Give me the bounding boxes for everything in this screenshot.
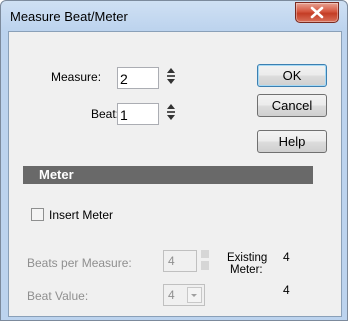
title-bar[interactable]: Measure Beat/Meter bbox=[1, 1, 347, 31]
dialog-window: Measure Beat/Meter Measure: 2 Beat: 1 OK… bbox=[0, 0, 348, 321]
measure-spinner[interactable] bbox=[167, 66, 175, 86]
existing-meter-top: 4 bbox=[283, 250, 290, 264]
beats-per-measure-spinner[interactable] bbox=[201, 250, 209, 270]
beats-per-measure-label: Beats per Measure: bbox=[27, 256, 132, 270]
beat-spinner[interactable] bbox=[167, 102, 175, 122]
help-button[interactable]: Help bbox=[257, 130, 327, 153]
spin-down-icon bbox=[167, 79, 175, 84]
chevron-down-icon[interactable] bbox=[187, 287, 202, 303]
insert-meter-label[interactable]: Insert Meter bbox=[49, 208, 113, 222]
spin-down-icon bbox=[167, 115, 175, 120]
ok-button[interactable]: OK bbox=[257, 64, 327, 87]
beat-input[interactable]: 1 bbox=[117, 103, 159, 125]
spin-up-icon bbox=[167, 104, 175, 109]
existing-meter-bottom: 4 bbox=[283, 283, 290, 297]
dialog-body: Measure: 2 Beat: 1 OK Cancel Help Meter … bbox=[8, 31, 342, 317]
close-button[interactable] bbox=[295, 2, 339, 23]
close-icon bbox=[310, 6, 324, 19]
beat-value-selected: 4 bbox=[168, 288, 175, 302]
cancel-button[interactable]: Cancel bbox=[257, 94, 327, 117]
meter-section-header: Meter bbox=[23, 166, 313, 184]
existing-meter-label-line2: Meter: bbox=[230, 264, 263, 276]
insert-meter-checkbox[interactable] bbox=[31, 208, 44, 221]
beats-per-measure-input[interactable]: 4 bbox=[163, 250, 197, 272]
spin-up-icon bbox=[167, 68, 175, 73]
window-title: Measure Beat/Meter bbox=[10, 9, 128, 24]
existing-meter-label-line1: Existing bbox=[227, 252, 268, 264]
beat-label: Beat: bbox=[91, 107, 120, 121]
measure-input[interactable]: 2 bbox=[117, 67, 159, 89]
beat-value-label: Beat Value: bbox=[27, 289, 89, 303]
measure-label: Measure: bbox=[51, 70, 102, 84]
